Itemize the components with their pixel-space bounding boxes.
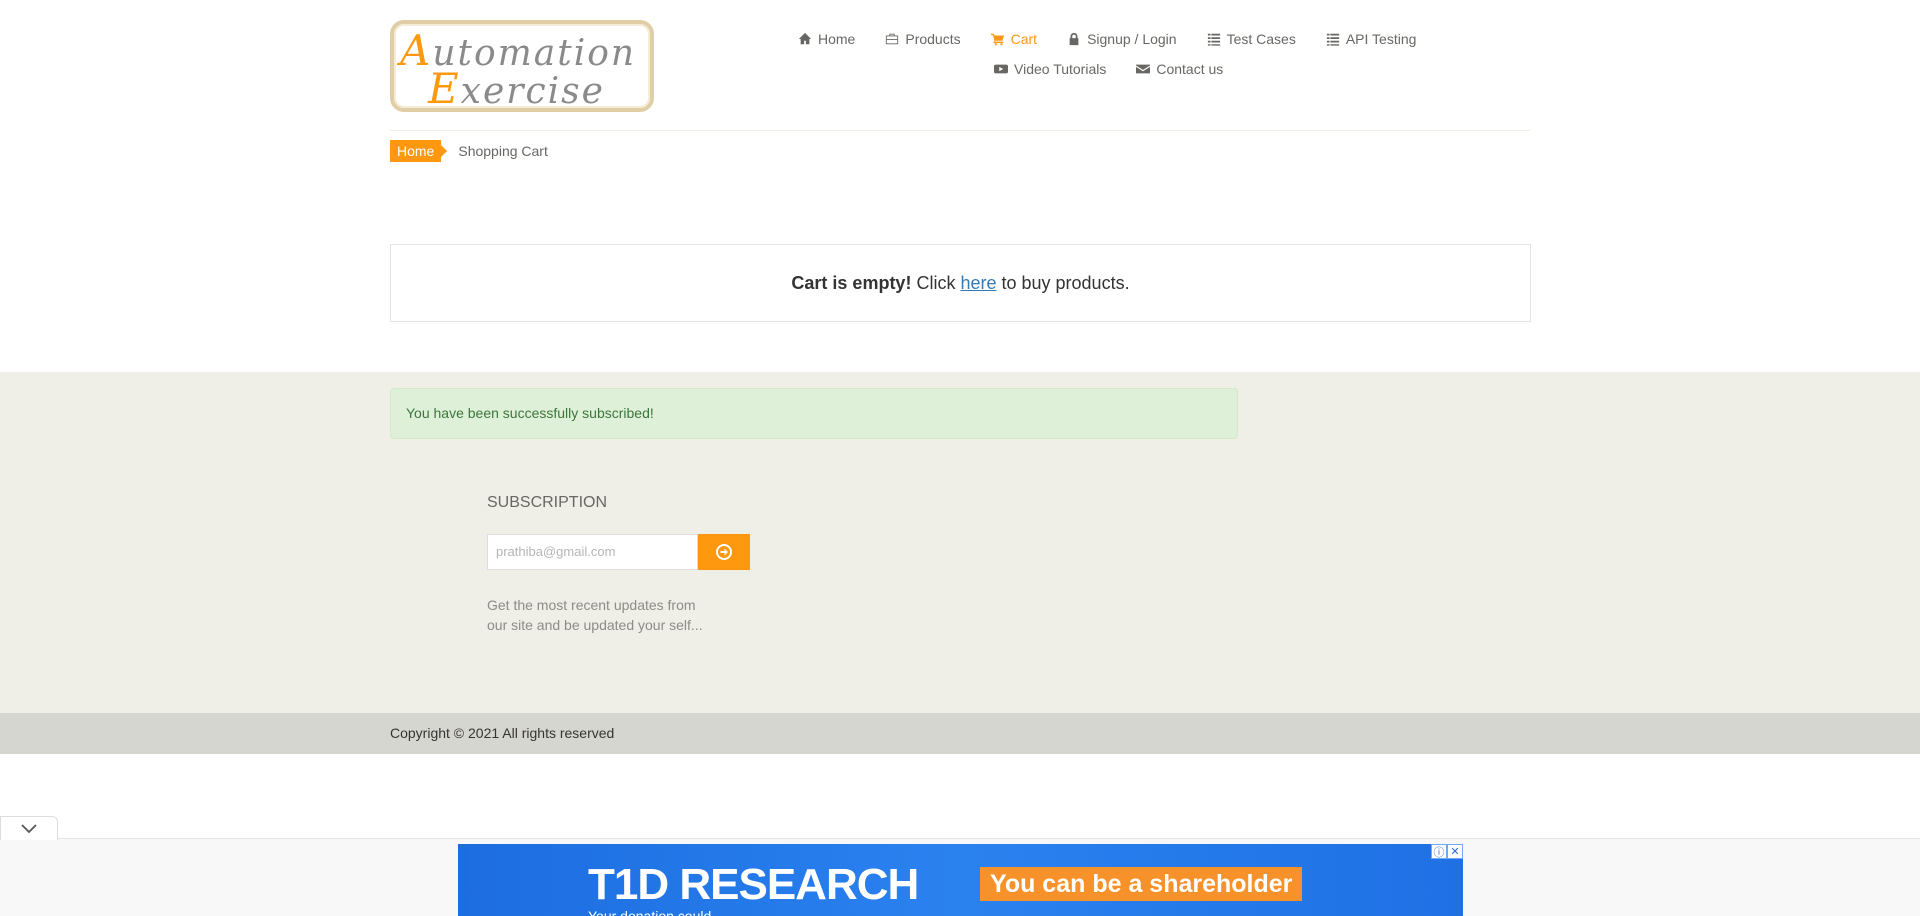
site-header: Automation Exercise Home Products Cart S… [0,0,1920,162]
subscription-description: Get the most recent updates from our sit… [487,597,703,633]
lock-icon [1069,32,1079,46]
chevron-down-icon [21,823,37,833]
shopping-cart-icon [990,33,1004,46]
main-nav-row-2: Video Tutorials Contact us [994,61,1253,77]
logo-line-2: Exercise [428,64,605,113]
breadcrumb: Home Shopping Cart [390,140,548,162]
nav-cart-label: Cart [1010,31,1038,47]
subscribe-success-alert: You have been successfully subscribed! [390,388,1238,439]
nav-test-cases[interactable]: Test Cases [1207,31,1296,47]
cart-empty-heading: Cart is empty! [791,272,912,293]
nav-products[interactable]: Products [885,31,961,47]
breadcrumb-home[interactable]: Home [390,140,448,162]
nav-contact-us[interactable]: Contact us [1136,61,1223,77]
ad-title: T1D RESEARCH [588,860,919,909]
nav-api-testing[interactable]: API Testing [1326,31,1417,47]
ad-close-icon[interactable]: ✕ [1447,844,1463,859]
briefcase-icon [886,33,899,45]
empty-cart-message: Cart is empty! Click here to buy products. [390,244,1531,322]
buy-products-link[interactable]: here [960,273,996,294]
cart-click-text: Click [916,272,956,293]
nav-contact-us-label: Contact us [1156,61,1224,77]
ad-info-icon[interactable]: ⓘ [1431,844,1447,859]
main-nav-row-1: Home Products Cart Signup / Login Test C… [798,31,1446,47]
list-icon [1326,33,1339,46]
nav-test-cases-label: Test Cases [1226,31,1296,47]
nav-home-label: Home [818,31,856,47]
arrow-circle-right-icon [716,544,732,560]
subscribe-button[interactable] [698,534,750,570]
breadcrumb-current: Shopping Cart [458,143,548,159]
nav-home[interactable]: Home [798,31,855,47]
list-icon [1207,33,1220,46]
home-icon [798,32,812,45]
cart-rest-text: to buy products. [1001,272,1130,293]
ad-cta: You can be a shareholder [980,867,1303,901]
nav-products-label: Products [905,31,961,47]
ad-collapse-tab[interactable] [0,816,58,840]
ad-controls: ⓘ ✕ [1431,844,1463,859]
site-logo[interactable]: Automation Exercise [390,20,654,113]
subscription-title: SUBSCRIPTION [487,494,608,511]
footer-widget: You have been successfully subscribed! S… [0,372,1920,713]
ad-banner[interactable]: T1D RESEARCH You can be a shareholder Yo… [458,844,1463,916]
footer-bottom: Copyright © 2021 All rights reserved [0,713,1920,754]
nav-signup-login-label: Signup / Login [1087,31,1177,47]
envelope-icon [1136,64,1151,74]
nav-video-tutorials-label: Video Tutorials [1014,61,1107,77]
copyright-text: Copyright © 2021 All rights reserved [390,725,615,741]
youtube-play-icon [994,64,1008,74]
header-divider [390,130,1530,131]
subscribe-form: prathiba@gmail.com [487,534,750,570]
nav-api-testing-label: API Testing [1345,31,1417,47]
nav-signup-login[interactable]: Signup / Login [1067,31,1177,47]
subscribe-email-input[interactable]: prathiba@gmail.com [487,534,698,570]
nav-cart[interactable]: Cart [990,31,1038,47]
nav-video-tutorials[interactable]: Video Tutorials [994,61,1106,77]
ad-subtext: Your donation could... [588,908,723,916]
logo-line-2-rest: xercise [460,71,605,112]
